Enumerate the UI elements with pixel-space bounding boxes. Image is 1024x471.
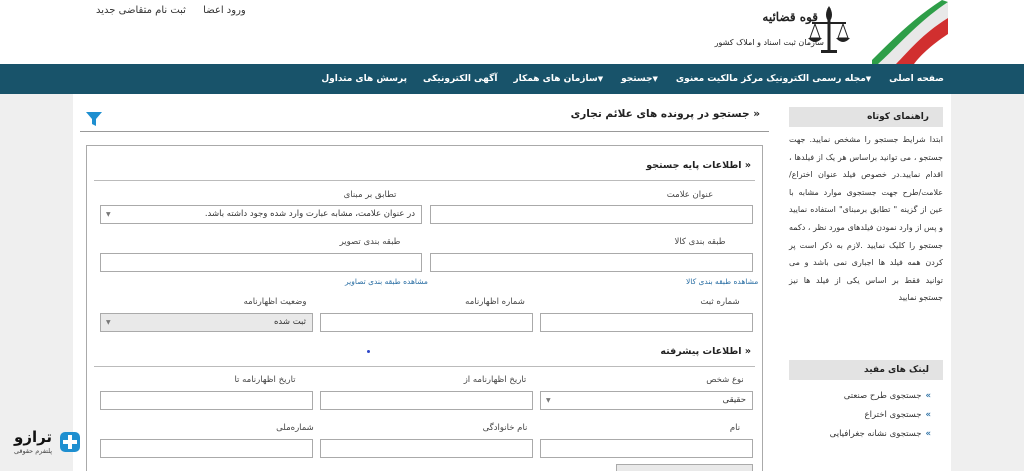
declaration-status-select[interactable]: ▼ ثبت شده	[100, 313, 313, 332]
login-link[interactable]: ورود اعضا	[203, 5, 246, 16]
national-id-input[interactable]	[100, 439, 313, 458]
goods-class-input[interactable]	[430, 253, 753, 272]
guide-heading: راهنمای کوتاه	[789, 107, 943, 127]
link-industrial-design[interactable]: »جستجوی طرح صنعتی	[789, 387, 943, 406]
caret-down-icon: ▼	[597, 75, 604, 83]
chevron-icon: »	[925, 429, 932, 439]
match-label: تطابق بر مبنای	[343, 190, 397, 200]
section-chevron-icon: «	[741, 346, 751, 357]
basic-section-divider	[94, 180, 755, 181]
useful-links-list: »جستجوی طرح صنعتی »جستجوی اختراع »جستجوی…	[789, 387, 943, 444]
main-navbar: صفحه اصلی ▼مجله رسمی الکترونیک مرکز مالک…	[0, 64, 1024, 94]
person-type-label: نوع شخص	[706, 375, 744, 385]
partial-select[interactable]	[616, 464, 753, 471]
section-chevron-icon: «	[741, 160, 751, 171]
page-title: « جستجو در پرونده های علائم تجاری	[570, 108, 760, 120]
watermark-subtitle: پلتفرم حقوقی	[14, 447, 53, 455]
nav-partners[interactable]: ▼سازمان های همکار	[513, 74, 605, 84]
basic-section-heading: « اطلاعات پایه جستجو	[646, 160, 751, 171]
watermark-name: ترازو	[14, 428, 53, 446]
image-class-input[interactable]	[100, 253, 422, 272]
chevron-icon: »	[925, 410, 932, 420]
title-divider	[80, 131, 769, 132]
match-select[interactable]: ▼ در عنوان علامت، مشابه عبارت وارد شده و…	[100, 205, 422, 224]
nav-items: صفحه اصلی ▼مجله رسمی الکترونیک مرکز مالک…	[305, 64, 944, 94]
person-type-select[interactable]: ▼ حقیقی	[540, 391, 753, 410]
nav-journal[interactable]: ▼مجله رسمی الکترونیک مرکز مالکیت معنوی	[676, 74, 873, 84]
link-patent[interactable]: »جستجوی اختراع	[789, 406, 943, 425]
first-name-input[interactable]	[540, 439, 753, 458]
register-link[interactable]: ثبت نام متقاضی جدید	[96, 5, 186, 16]
family-name-label: نام خانوادگی	[482, 423, 528, 433]
goods-class-label: طبقه بندی کالا	[674, 237, 726, 247]
link-geo-indication[interactable]: »جستجوی نشانه جغرافیایی	[789, 425, 943, 444]
org-title: قوه قضائیه	[762, 10, 818, 24]
mark-title-input[interactable]	[430, 205, 753, 224]
declaration-number-input[interactable]	[320, 313, 533, 332]
nav-search[interactable]: ▼جستجو	[621, 74, 660, 84]
mark-title-label: عنوان علامت	[666, 190, 714, 200]
org-subtitle: سازمان ثبت اسناد و املاک کشور	[714, 38, 824, 47]
advanced-section-divider	[94, 366, 755, 367]
select-arrow-icon: ▼	[106, 211, 111, 218]
date-from-input[interactable]	[320, 391, 533, 410]
select-arrow-icon: ▼	[546, 397, 551, 404]
first-name-label: نام	[729, 423, 741, 433]
title-chevron-icon: «	[753, 108, 760, 120]
image-class-label: طبقه بندی تصویر	[339, 237, 401, 247]
chevron-icon: »	[925, 391, 932, 401]
declaration-number-label: شماره اظهارنامه	[465, 297, 525, 307]
guide-text: ابتدا شرایط جستجو را مشخص نمایید. جهت جس…	[789, 135, 943, 303]
iran-flag-ribbon-icon	[872, 0, 948, 64]
useful-links-heading: لینک های مفید	[789, 360, 943, 380]
reg-number-label: شماره ثبت	[700, 297, 740, 307]
declaration-status-label: وضعیت اظهارنامه	[243, 297, 307, 307]
date-to-input[interactable]	[100, 391, 313, 410]
caret-down-icon: ▼	[652, 75, 658, 83]
reg-number-input[interactable]	[540, 313, 753, 332]
nav-home[interactable]: صفحه اصلی	[889, 74, 944, 84]
nav-e-ads[interactable]: آگهی الکترونیکی	[423, 74, 497, 84]
filter-icon[interactable]	[86, 112, 102, 126]
select-arrow-icon: ▼	[106, 319, 111, 326]
top-links: ورود اعضا ثبت نام متقاضی جدید	[82, 5, 246, 16]
caret-down-icon: ▼	[865, 75, 872, 83]
date-to-label: تاریخ اظهارنامه تا	[234, 375, 296, 385]
loading-dot	[367, 350, 370, 353]
goods-class-link[interactable]: مشاهده طبقه بندی کالا	[686, 277, 758, 286]
tarazoo-logo-icon	[60, 432, 80, 452]
national-id-label: شماره‌ملی	[276, 423, 314, 433]
date-from-label: تاریخ اظهارنامه از	[463, 375, 527, 385]
family-name-input[interactable]	[320, 439, 533, 458]
nav-faq[interactable]: پرسش های متداول	[321, 74, 407, 84]
image-class-link[interactable]: مشاهده طبقه بندی تصاویر	[345, 277, 428, 286]
advanced-section-heading: « اطلاعات پیشرفته	[660, 346, 751, 357]
site-header: قوه قضائیه سازمان ثبت اسناد و املاک کشور…	[0, 0, 1024, 64]
